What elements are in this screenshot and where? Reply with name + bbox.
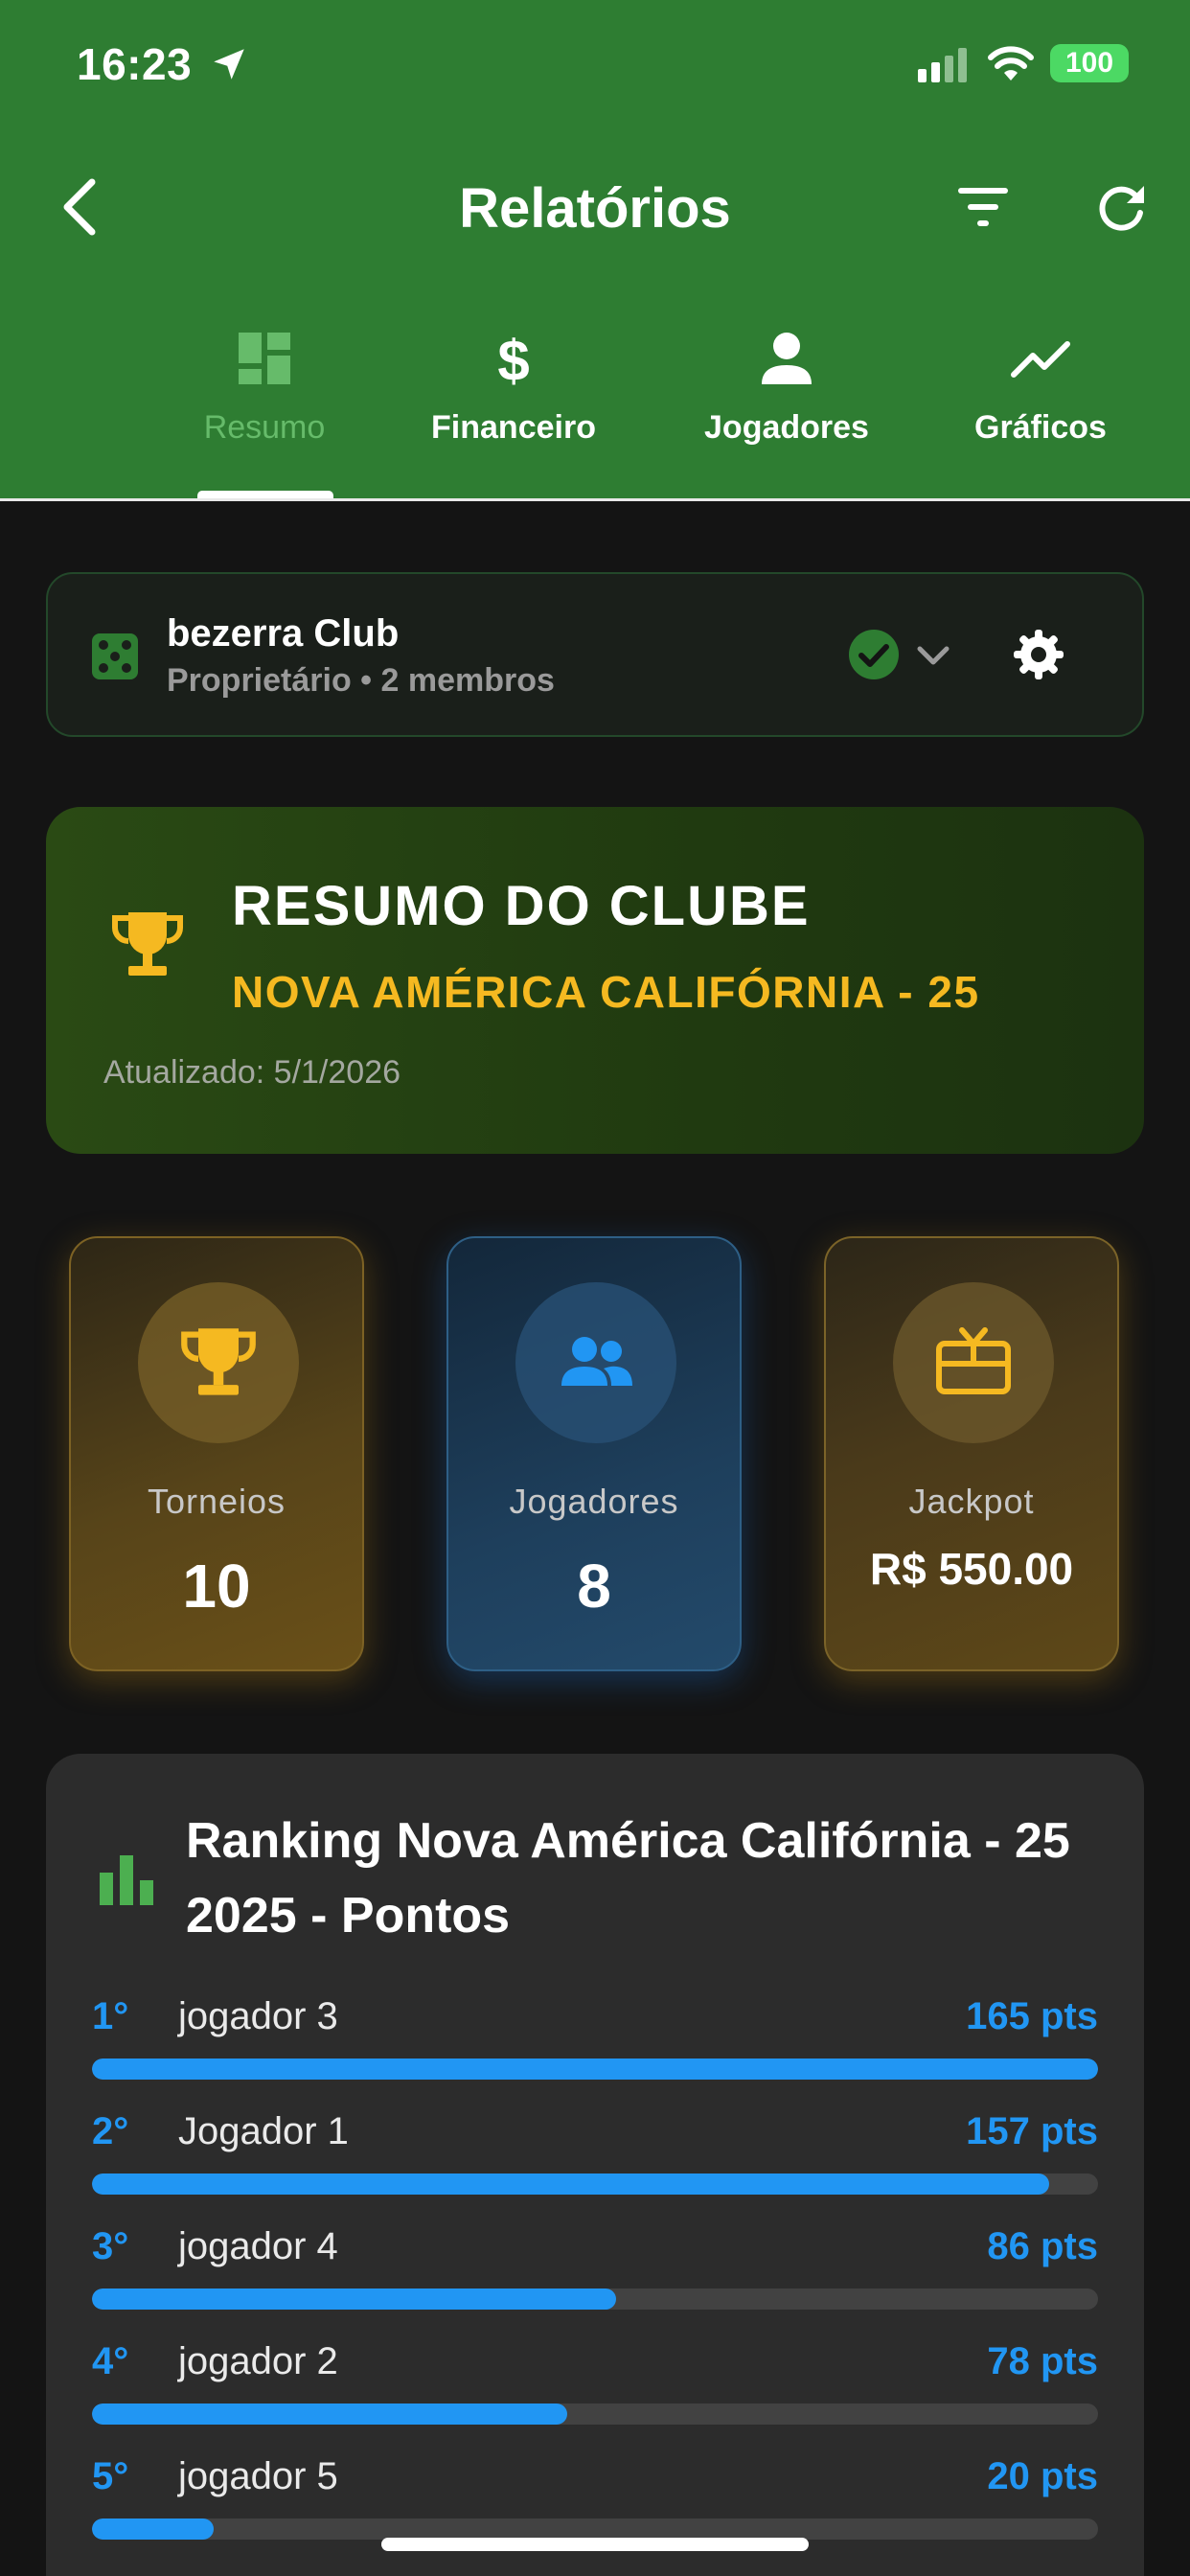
stat-value: 8 <box>577 1552 611 1621</box>
ranking-row: 4° jogador 2 78 pts <box>92 2340 1098 2446</box>
tab-label: Gráficos <box>974 409 1107 446</box>
stat-card-jackpot: Jackpot R$ 550.00 <box>824 1236 1119 1671</box>
svg-text:$: $ <box>497 331 529 390</box>
player-name: jogador 3 <box>178 1995 338 2037</box>
points-bar-fill <box>92 2518 215 2540</box>
club-summary-banner: RESUMO DO CLUBE NOVA AMÉRICA CALIFÓRNIA … <box>46 807 1144 1154</box>
app-header: 16:23 100 Relatórios Resumo $ Financeiro… <box>0 0 1190 500</box>
stat-card-torneios: Torneios 10 <box>69 1236 364 1671</box>
chevron-down-icon[interactable] <box>912 639 954 674</box>
points-bar-track <box>92 2058 1098 2080</box>
player-points: 20 pts <box>987 2455 1098 2497</box>
header-divider <box>0 498 1190 501</box>
tab-financeiro[interactable]: $ Financeiro <box>412 331 615 494</box>
player-name: jogador 5 <box>178 2455 338 2497</box>
rank-position: 5° <box>92 2455 129 2497</box>
player-name: jogador 2 <box>178 2340 338 2382</box>
tab-label: Jogadores <box>704 409 869 446</box>
status-time: 16:23 <box>77 39 193 89</box>
bar-chart-icon <box>100 1855 153 1905</box>
player-name: Jogador 1 <box>178 2110 349 2152</box>
rank-position: 4° <box>92 2340 129 2382</box>
summary-subtitle: NOVA AMÉRICA CALIFÓRNIA - 25 <box>232 967 980 1017</box>
dollar-icon: $ <box>497 331 529 390</box>
stat-label: Jogadores <box>509 1482 679 1521</box>
trending-up-icon <box>1011 341 1070 378</box>
rank-position: 2° <box>92 2110 129 2152</box>
points-bar-fill <box>92 2058 1098 2080</box>
stat-card-jogadores: Jogadores 8 <box>446 1236 742 1671</box>
player-points: 165 pts <box>966 1995 1098 2037</box>
stat-value: 10 <box>182 1552 251 1621</box>
player-points: 78 pts <box>987 2340 1098 2382</box>
stat-icon-circle <box>515 1282 676 1443</box>
check-circle-icon <box>849 630 899 679</box>
player-points: 157 pts <box>966 2110 1098 2152</box>
stat-label: Torneios <box>147 1482 286 1521</box>
tab-label: Resumo <box>203 409 326 446</box>
ranking-row: 2° Jogador 1 157 pts <box>92 2110 1098 2216</box>
gear-icon[interactable] <box>1012 628 1065 681</box>
trophy-icon <box>112 912 183 976</box>
person-icon <box>762 333 812 384</box>
tab-graficos[interactable]: Gráficos <box>954 331 1127 494</box>
stat-label: Jackpot <box>908 1482 1035 1521</box>
wifi-icon <box>988 46 1034 80</box>
points-bar-track <box>92 2174 1098 2195</box>
dashboard-icon <box>239 333 290 384</box>
points-bar-track <box>92 2288 1098 2310</box>
ranking-title: Ranking Nova América Califórnia - 25 202… <box>186 1813 1070 1944</box>
stat-icon-circle <box>893 1282 1054 1443</box>
home-indicator[interactable] <box>381 2538 809 2551</box>
points-bar-track <box>92 2404 1098 2425</box>
points-bar-fill <box>92 2288 617 2310</box>
dice-icon <box>92 633 138 679</box>
ranking-row: 1° jogador 3 165 pts <box>92 1995 1098 2101</box>
ranking-row: 3° jogador 4 86 pts <box>92 2225 1098 2331</box>
filter-icon[interactable] <box>952 182 1014 232</box>
gift-card-icon <box>936 1327 1011 1394</box>
tab-label: Financeiro <box>431 409 596 446</box>
points-bar-track <box>92 2518 1098 2540</box>
player-points: 86 pts <box>987 2225 1098 2267</box>
tab-jogadores[interactable]: Jogadores <box>686 331 887 494</box>
club-selector[interactable]: bezerra Club Proprietário • 2 membros <box>46 572 1144 737</box>
tab-resumo[interactable]: Resumo <box>169 331 360 494</box>
points-bar-fill <box>92 2404 568 2425</box>
points-bar-fill <box>92 2174 1050 2195</box>
summary-title: RESUMO DO CLUBE <box>232 875 811 937</box>
status-bar: 16:23 100 <box>0 0 1190 129</box>
group-icon <box>561 1337 632 1386</box>
refresh-icon[interactable] <box>1092 178 1150 236</box>
stat-icon-circle <box>138 1282 299 1443</box>
location-arrow-icon <box>214 49 244 80</box>
player-name: jogador 4 <box>178 2225 338 2267</box>
battery-indicator: 100 <box>1050 44 1129 82</box>
ranking-card: Ranking Nova América Califórnia - 25 202… <box>46 1754 1144 2576</box>
club-meta: Proprietário • 2 membros <box>167 662 555 699</box>
summary-updated: Atualizado: 5/1/2026 <box>103 1054 401 1091</box>
club-name: bezerra Club <box>167 612 400 655</box>
rank-position: 1° <box>92 1995 129 2037</box>
trophy-icon <box>181 1328 256 1395</box>
cellular-signal-icon <box>918 48 967 82</box>
stat-value: R$ 550.00 <box>869 1544 1074 1594</box>
rank-position: 3° <box>92 2225 129 2267</box>
